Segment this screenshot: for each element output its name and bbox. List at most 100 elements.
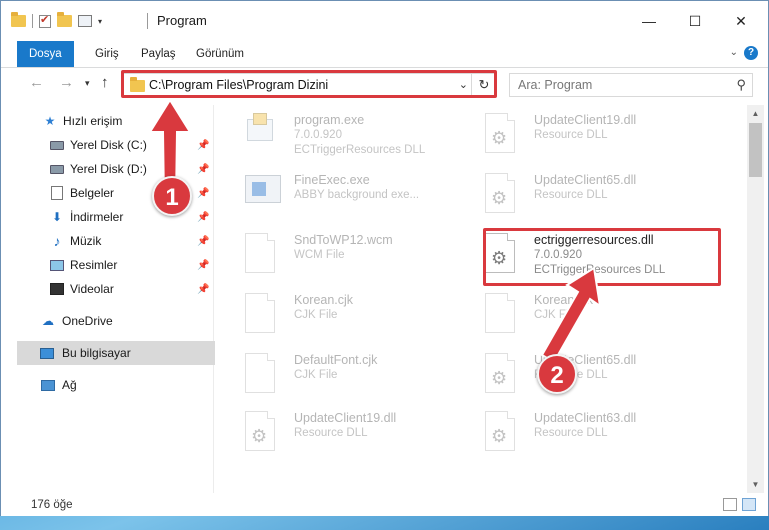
pictures-icon (50, 258, 64, 272)
close-button[interactable]: ✕ (718, 1, 764, 41)
sidebar-item-label: OneDrive (62, 314, 113, 328)
download-icon: ⬇ (51, 210, 63, 224)
file-type: Resource DLL (534, 189, 608, 201)
file-name: UpdateClient19.dll (534, 113, 637, 127)
title-separator (147, 13, 148, 29)
address-highlight-box (121, 70, 497, 98)
file-name: FineExec.exe (294, 173, 370, 187)
pin-icon[interactable]: 📌 (197, 260, 209, 271)
sidebar-item-label: Resimler (70, 258, 118, 272)
up-arrow-icon[interactable]: ↑ (101, 74, 109, 91)
title-bar: ▾ Program — ☐ ✕ (1, 1, 768, 41)
dll-icon: ⚙ (485, 411, 519, 453)
file-description: ECTriggerResources DLL (294, 144, 426, 156)
sidebar-item-label: Ağ (62, 378, 77, 392)
toolbar-dropdown-icon[interactable]: ▾ (98, 17, 102, 26)
cloud-icon: ☁ (42, 314, 54, 328)
properties-check-icon[interactable] (39, 13, 51, 28)
scroll-thumb[interactable] (749, 123, 762, 177)
arrow-diagonal-shape (540, 266, 602, 364)
computer-icon (40, 346, 54, 360)
file-name: UpdateClient65.dll (534, 173, 637, 187)
forward-arrow-icon[interactable]: → (59, 74, 74, 91)
sidebar-item-videos[interactable]: Videolar 📌 (1, 277, 211, 301)
pin-icon[interactable]: 📌 (197, 284, 209, 295)
search-box[interactable]: Ara: Program ⚲ (509, 73, 753, 97)
videos-icon (50, 282, 64, 296)
status-bar: 176 öğe (1, 494, 768, 516)
file-item[interactable]: Korean.cjk CJK File (237, 287, 467, 343)
step-badge-1: 1 (152, 176, 192, 216)
file-name: UpdateClient19.dll (294, 411, 397, 425)
file-item[interactable]: ⚙ UpdateClient19.dll Resource DLL (477, 107, 707, 163)
step-badge-2: 2 (537, 354, 577, 394)
search-placeholder[interactable]: Ara: Program (518, 78, 592, 92)
file-type: WCM File (294, 249, 345, 261)
blank-file-icon (245, 353, 279, 395)
file-item[interactable]: program.exe 7.0.0.920 ECTriggerResources… (237, 107, 467, 163)
file-item[interactable]: FineExec.exe ABBY background exe... (237, 167, 467, 223)
tab-home[interactable]: Giriş (83, 41, 131, 67)
exe-icon (245, 113, 279, 155)
sidebar-item-this-pc[interactable]: Bu bilgisayar (17, 341, 226, 365)
recent-locations-icon[interactable]: ▾ (85, 78, 90, 89)
file-type: Resource DLL (294, 427, 368, 439)
tab-file[interactable]: Dosya (17, 41, 74, 67)
disk-icon (50, 162, 64, 176)
sidebar-item-music[interactable]: ♪ Müzik 📌 (1, 229, 211, 253)
file-type: Resource DLL (534, 427, 608, 439)
vertical-scrollbar[interactable]: ▲ ▼ (747, 105, 764, 493)
minimize-button[interactable]: — (626, 1, 672, 41)
dll-icon: ⚙ (485, 353, 519, 395)
documents-icon (50, 186, 64, 200)
sidebar-item-label: Belgeler (70, 186, 115, 200)
sidebar-item-label: Videolar (70, 282, 114, 296)
pin-icon[interactable]: 📌 (197, 212, 209, 223)
file-item[interactable]: ⚙ UpdateClient65.dll Resource DLL (477, 167, 707, 223)
scroll-up-icon[interactable]: ▲ (747, 105, 764, 122)
help-icon[interactable]: ? (744, 46, 758, 60)
file-name: UpdateClient63.dll (534, 411, 637, 425)
tiles-view-icon[interactable] (742, 498, 756, 511)
file-type: CJK File (294, 369, 338, 381)
sidebar-item-label: Yerel Disk (C:) (70, 138, 147, 152)
pin-icon[interactable]: 📌 (197, 236, 209, 247)
window-title: Program (157, 13, 207, 28)
sidebar-item-label: İndirmeler (70, 210, 124, 224)
ribbon-expand-icon[interactable]: ⌄ (730, 47, 738, 58)
details-view-icon[interactable] (723, 498, 737, 511)
ribbon-tabs: Dosya Giriş Paylaş Görünüm ⌄ ? (1, 41, 768, 68)
file-item[interactable]: SndToWP12.wcm WCM File (237, 227, 467, 283)
blank-file-icon (245, 233, 279, 275)
folder-icon[interactable] (11, 12, 26, 27)
file-name: DefaultFont.cjk (294, 353, 378, 367)
new-folder-icon[interactable] (57, 12, 72, 27)
maximize-button[interactable]: ☐ (672, 1, 718, 41)
sidebar-item-label: Müzik (70, 234, 102, 248)
sidebar-item-label: Yerel Disk (D:) (70, 162, 147, 176)
dll-icon: ⚙ (485, 113, 519, 155)
file-item[interactable]: DefaultFont.cjk CJK File (237, 347, 467, 403)
sidebar-item-pictures[interactable]: Resimler 📌 (1, 253, 211, 277)
disk-icon (50, 138, 64, 152)
customize-toolbar-icon[interactable] (78, 15, 92, 27)
file-item[interactable]: ⚙ UpdateClient19.dll Resource DLL (237, 405, 467, 461)
sidebar-item-label: Hızlı erişim (63, 114, 123, 128)
blank-file-icon (245, 293, 279, 335)
tab-share[interactable]: Paylaş (129, 41, 188, 67)
blank-file-icon (485, 293, 519, 335)
back-arrow-icon[interactable]: ← (29, 74, 44, 91)
tab-view[interactable]: Görünüm (184, 41, 256, 67)
network-icon (41, 378, 55, 392)
scroll-down-icon[interactable]: ▼ (747, 476, 764, 493)
search-icon[interactable]: ⚲ (736, 77, 746, 93)
file-version: 7.0.0.920 (294, 129, 342, 141)
dll-icon: ⚙ (245, 411, 279, 453)
sidebar-item-onedrive[interactable]: ☁ OneDrive (1, 309, 211, 333)
music-icon: ♪ (53, 233, 61, 249)
sidebar-item-network[interactable]: Ağ (1, 373, 211, 397)
item-count: 176 öğe (31, 499, 73, 511)
file-item[interactable]: ⚙ UpdateClient63.dll Resource DLL (477, 405, 707, 461)
quick-access-toolbar: ▾ (11, 11, 102, 31)
file-type: Resource DLL (534, 129, 608, 141)
